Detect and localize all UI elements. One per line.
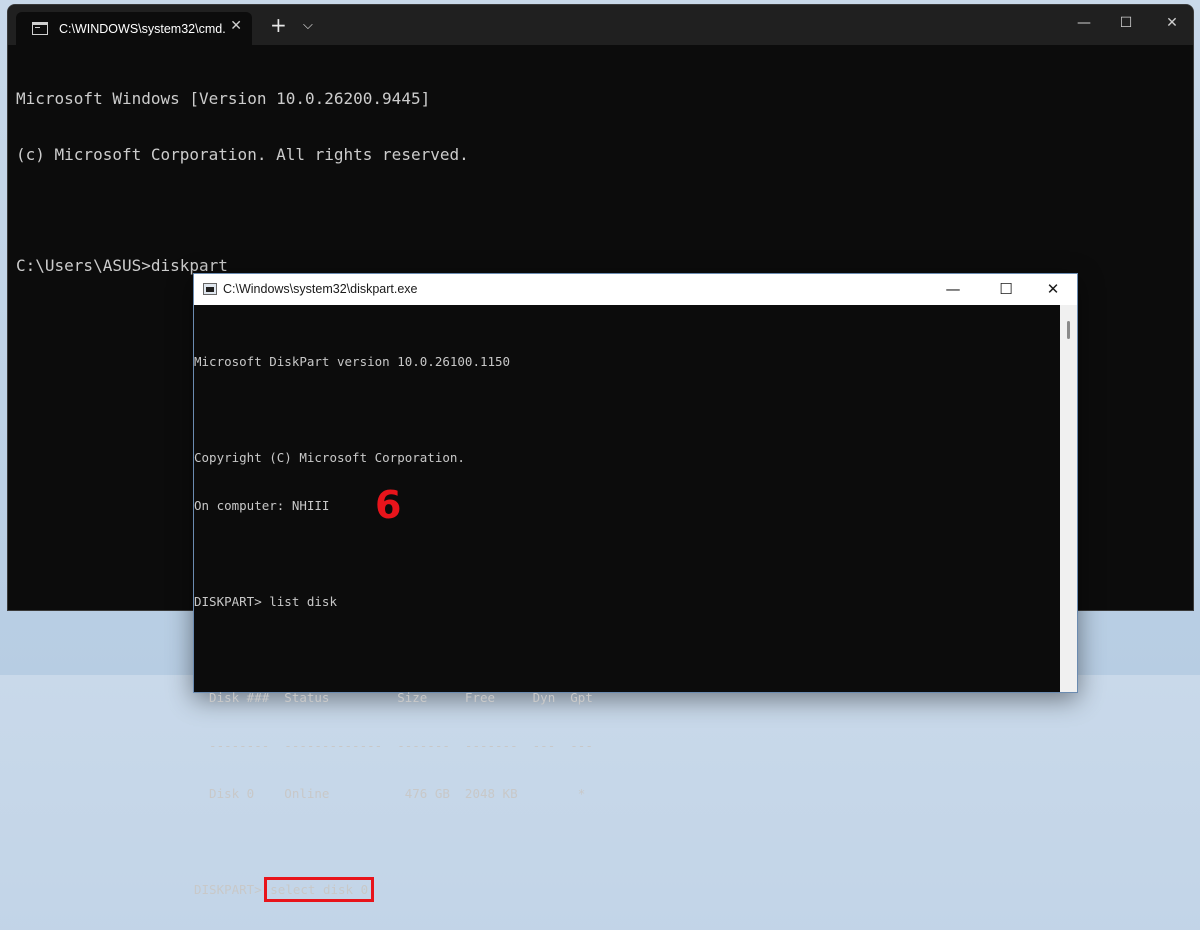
chevron-down-icon[interactable]: ⌵ xyxy=(303,16,313,36)
copyright-line: Copyright (C) Microsoft Corporation. xyxy=(194,450,465,465)
maximize-button[interactable]: ☐ xyxy=(1111,13,1141,33)
blank-line: ​ xyxy=(194,546,1056,562)
minimize-button[interactable]: — xyxy=(938,279,968,299)
terminal-line: (c) Microsoft Corporation. All rights re… xyxy=(16,144,469,164)
diskpart-window: C:\Windows\system32\diskpart.exe — ☐ ✕ M… xyxy=(193,273,1078,902)
console-icon xyxy=(203,283,217,295)
diskpart-title-bar[interactable]: C:\Windows\system32\diskpart.exe — ☐ ✕ xyxy=(194,274,1077,305)
step-number-annotation: 6 xyxy=(375,483,402,527)
terminal-line: Microsoft Windows [Version 10.0.26200.94… xyxy=(16,89,431,108)
vertical-scrollbar[interactable] xyxy=(1060,305,1077,692)
blank-line: ​ xyxy=(194,402,1056,418)
terminal-tab[interactable]: C:\WINDOWS\system32\cmd. ✕ xyxy=(16,12,252,45)
diskpart-prompt: DISKPART> xyxy=(194,882,270,897)
disk-table-header: Disk ### Status Size Free Dyn Gpt xyxy=(194,690,593,705)
computer-line: On computer: NHIII xyxy=(194,498,330,513)
new-tab-button[interactable]: + xyxy=(270,15,287,35)
disk-table-row: Disk 0 Online 476 GB 2048 KB * xyxy=(194,786,586,801)
minimize-button[interactable]: — xyxy=(1069,13,1099,33)
terminal-line: ​ xyxy=(16,201,1183,220)
blank-line: ​ xyxy=(194,642,1056,658)
terminal-tab-bar: C:\WINDOWS\system32\cmd. ✕ + ⌵ — ☐ ✕ xyxy=(8,5,1193,45)
diskpart-title: C:\Windows\system32\diskpart.exe xyxy=(223,282,418,296)
cmd-icon xyxy=(32,22,48,35)
tab-title: C:\WINDOWS\system32\cmd. xyxy=(59,21,226,36)
list-disk-command: DISKPART> list disk xyxy=(194,594,337,609)
close-button[interactable]: ✕ xyxy=(1038,279,1068,299)
diskpart-output[interactable]: Microsoft DiskPart version 10.0.26100.11… xyxy=(194,322,1056,930)
maximize-button[interactable]: ☐ xyxy=(991,279,1021,299)
select-disk-line: DISKPART> select disk 0 xyxy=(194,877,1056,902)
scrollbar-thumb[interactable] xyxy=(1067,321,1070,339)
close-button[interactable]: ✕ xyxy=(1157,13,1187,33)
select-disk-command: select disk 0 xyxy=(264,877,375,902)
disk-table-separator: -------- ------------- ------- ------- -… xyxy=(194,738,593,753)
blank-line: ​ xyxy=(194,834,1056,850)
tab-close-icon[interactable]: ✕ xyxy=(230,18,242,34)
version-line: Microsoft DiskPart version 10.0.26100.11… xyxy=(194,354,511,369)
